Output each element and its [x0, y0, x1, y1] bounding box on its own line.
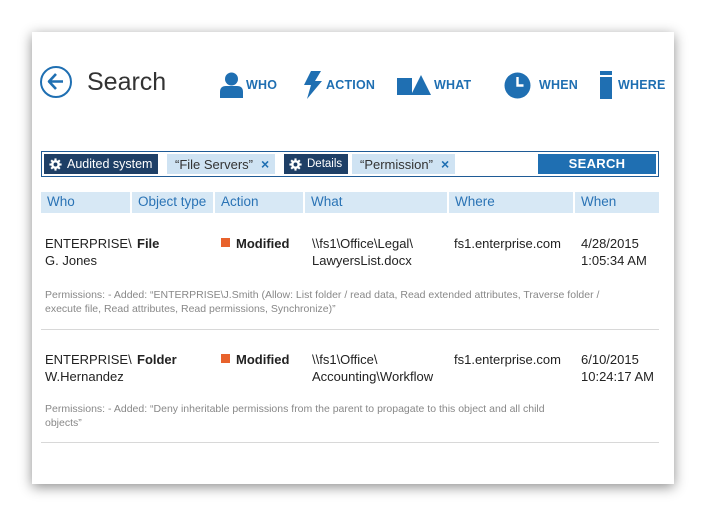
nav-what-label: WHAT [434, 78, 472, 92]
status-marker [221, 238, 230, 247]
filter-value-permission[interactable]: “Permission” × [352, 154, 456, 174]
status-marker [221, 354, 230, 363]
cell-where: fs1.enterprise.com [454, 352, 561, 367]
nav-action-label: ACTION [326, 78, 376, 92]
search-button[interactable]: SEARCH [538, 154, 656, 174]
filter-key-details[interactable]: Details [284, 154, 349, 174]
row-details: Permissions: - Added: “Deny inheritable … [45, 403, 545, 429]
remove-filter-icon[interactable]: × [261, 156, 269, 172]
nav-action[interactable]: ACTION [303, 70, 375, 100]
filter-value-label: “File Servers” [175, 156, 254, 172]
cell-where: fs1.enterprise.com [454, 236, 561, 251]
search-panel: Search WHO ACTION WHAT WHEN WHERE Audite… [32, 32, 674, 484]
cell-action: Modified [221, 351, 289, 368]
cell-what: \\fs1\Office\ Accounting\Workflow [312, 352, 434, 384]
nav-when-label: WHEN [539, 78, 578, 92]
column-header-what[interactable]: What [305, 192, 447, 213]
cell-object-type: Folder [137, 352, 177, 367]
nav-who-label: WHO [246, 78, 278, 92]
filter-value-file-servers[interactable]: “File Servers” × [167, 154, 276, 174]
cell-action: Modified [221, 235, 289, 252]
gear-icon [289, 157, 302, 171]
column-header-when[interactable]: When [575, 192, 659, 213]
cell-when: 4/28/2015 1:05:34 AM [581, 236, 647, 268]
filter-key-label: Details [307, 158, 343, 170]
cell-who: ENTERPRISE\ W.Hernandez [45, 352, 132, 384]
row-divider [41, 329, 659, 330]
filter-key-audited-system[interactable]: Audited system [44, 154, 159, 174]
shapes-icon [397, 75, 431, 95]
nav-where-label: WHERE [618, 78, 666, 92]
cell-what: \\fs1\Office\Legal\ LawyersList.docx [312, 236, 413, 268]
column-header-action[interactable]: Action [215, 192, 303, 213]
nav-who[interactable]: WHO [220, 70, 277, 100]
back-button[interactable] [40, 66, 72, 98]
nav-where[interactable]: WHERE [600, 70, 666, 100]
page-title: Search [87, 68, 167, 96]
remove-filter-icon[interactable]: × [441, 156, 449, 172]
lightning-icon [304, 71, 322, 99]
server-icon [600, 71, 612, 99]
filter-key-label: Audited system [67, 157, 153, 171]
clock-icon [504, 72, 531, 98]
back-arrow-icon [47, 73, 63, 90]
nav-when[interactable]: WHEN [504, 70, 578, 100]
column-header-object-type[interactable]: Object type [132, 192, 213, 213]
column-header-who[interactable]: Who [41, 192, 130, 213]
cell-object-type: File [137, 236, 160, 251]
person-icon [220, 72, 243, 98]
row-divider [41, 442, 659, 443]
gear-icon [49, 157, 62, 171]
cell-who: ENTERPRISE\ G. Jones [45, 236, 132, 268]
nav-what[interactable]: WHAT [397, 70, 471, 100]
column-header-where[interactable]: Where [449, 192, 573, 213]
search-bar[interactable]: Audited system “File Servers” × Details … [41, 151, 659, 177]
cell-when: 6/10/2015 10:24:17 AM [581, 352, 654, 384]
filter-value-label: “Permission” [360, 156, 433, 172]
row-details: Permissions: - Added: “ENTERPRISE\J.Smit… [45, 289, 600, 315]
